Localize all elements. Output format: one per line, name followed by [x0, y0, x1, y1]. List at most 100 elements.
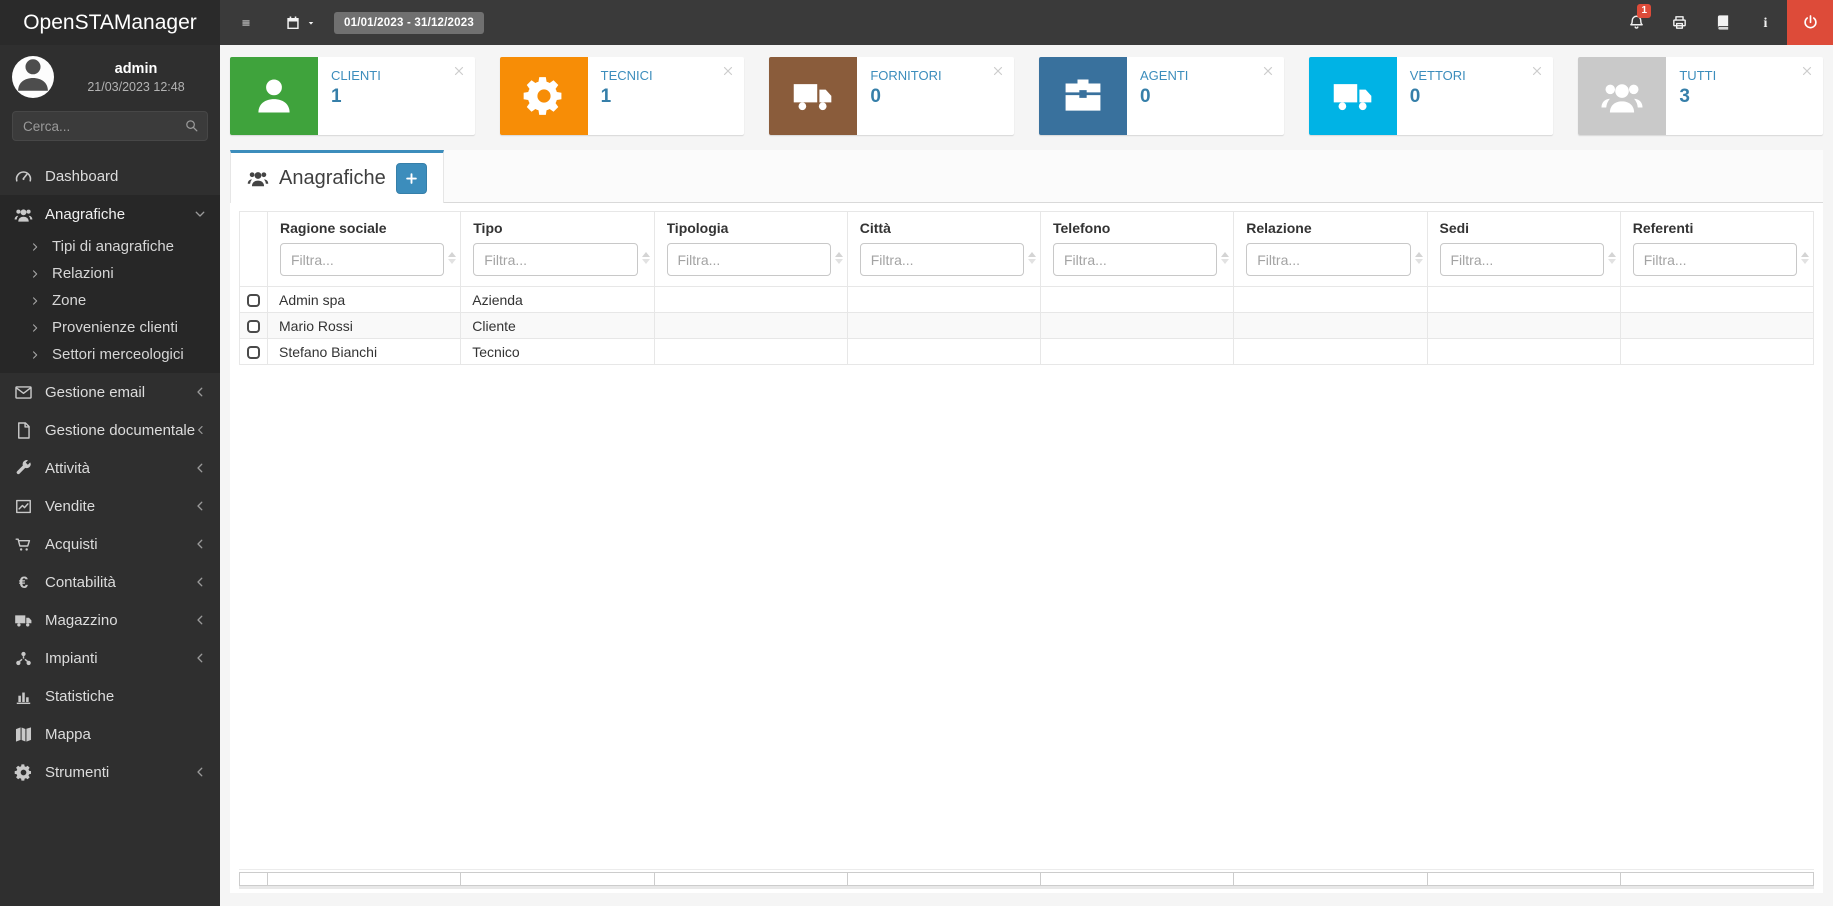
infobox-label[interactable]: TECNICI — [601, 68, 653, 83]
filter-input-telefono[interactable] — [1053, 243, 1218, 276]
sort-carets[interactable] — [1607, 252, 1616, 264]
filter-input-ragione-sociale[interactable] — [280, 243, 445, 276]
table-row[interactable]: Admin spa Azienda — [239, 286, 1815, 313]
infobox-label[interactable]: TUTTI — [1679, 68, 1716, 83]
sort-carets[interactable] — [1028, 252, 1036, 264]
infobox-clienti: CLIENTI 1 — [230, 57, 475, 135]
row-checkbox[interactable] — [247, 346, 260, 360]
filter-input-tipo[interactable] — [473, 243, 638, 276]
sidebar-item-magazzino[interactable]: Magazzino — [0, 601, 220, 639]
sidebar-subitem-label: Zone — [52, 292, 87, 309]
notifications-button[interactable]: 1 — [1615, 0, 1658, 45]
sidebar-toggle-button[interactable] — [237, 14, 255, 32]
sidebar-item-attivita[interactable]: Attività — [0, 449, 220, 487]
add-record-button[interactable] — [395, 162, 427, 194]
close-icon[interactable] — [1261, 64, 1275, 78]
sort-carets[interactable] — [834, 252, 843, 264]
filter-input-citta[interactable] — [859, 243, 1024, 276]
sort-carets[interactable] — [641, 252, 650, 264]
column-title: Referenti — [1632, 220, 1694, 236]
sidebar-item-label: Attività — [45, 459, 91, 477]
document-icon — [14, 421, 33, 440]
chevron-left-icon — [194, 462, 206, 474]
infobox-label[interactable]: AGENTI — [1140, 68, 1188, 83]
sidebar-item-label: Statistiche — [45, 687, 115, 705]
sort-carets[interactable] — [1801, 252, 1809, 264]
app-logo: OpenSTAManager — [0, 0, 220, 45]
sidebar-item-mappa[interactable]: Mappa — [0, 715, 220, 753]
sidebar-subitem-provenienze-clienti[interactable]: Provenienze clienti — [0, 314, 220, 341]
sort-carets[interactable] — [1221, 252, 1230, 264]
sidebar-item-statistiche[interactable]: Statistiche — [0, 677, 220, 715]
chevron-right-icon — [30, 242, 40, 252]
network-icon — [14, 649, 33, 668]
table-empty-space — [239, 365, 1814, 869]
cell-telefono — [1039, 312, 1235, 339]
sidebar-item-anagrafiche[interactable]: Anagrafiche — [0, 195, 220, 233]
sort-carets[interactable] — [448, 252, 457, 264]
dashboard-icon — [14, 167, 33, 186]
sidebar-item-strumenti[interactable]: Strumenti — [0, 753, 220, 791]
logout-button[interactable] — [1787, 0, 1833, 45]
sidebar-item-gestione-email[interactable]: Gestione email — [0, 373, 220, 411]
table-footer-row — [239, 872, 1815, 886]
period-selector-button[interactable] — [281, 15, 320, 31]
close-icon[interactable] — [452, 64, 466, 78]
sort-carets[interactable] — [1414, 252, 1423, 264]
cell-citta — [846, 286, 1042, 313]
sidebar-item-contabilita[interactable]: € Contabilità — [0, 563, 220, 601]
print-button[interactable] — [1658, 0, 1701, 45]
infobox-label[interactable]: FORNITORI — [870, 68, 941, 83]
infobox-value: 3 — [1679, 86, 1690, 107]
sidebar-subitem-relazioni[interactable]: Relazioni — [0, 260, 220, 287]
envelope-icon — [14, 383, 33, 402]
cell-citta — [846, 338, 1042, 365]
table-row[interactable]: Stefano Bianchi Tecnico — [239, 338, 1815, 365]
cell-telefono — [1039, 286, 1235, 313]
filter-input-sedi[interactable] — [1439, 243, 1604, 276]
date-range-badge[interactable]: 01/01/2023 - 31/12/2023 — [334, 11, 484, 34]
user-name: admin — [114, 60, 158, 77]
sidebar-item-acquisti[interactable]: Acquisti — [0, 525, 220, 563]
infobox-label[interactable]: VETTORI — [1410, 68, 1466, 83]
sidebar-subitem-zone[interactable]: Zone — [0, 287, 220, 314]
column-header-sedi: Sedi — [1426, 211, 1621, 287]
table-footer — [239, 869, 1815, 889]
row-checkbox[interactable] — [247, 320, 260, 334]
close-icon[interactable] — [1530, 64, 1544, 78]
login-datetime: 21/03/2023 12:48 — [87, 79, 185, 94]
sidebar-subitem-settori-merceologici[interactable]: Settori merceologici — [0, 341, 220, 368]
sidebar-item-vendite[interactable]: Vendite — [0, 487, 220, 525]
chart-line-icon — [14, 497, 33, 516]
close-icon[interactable] — [991, 64, 1005, 78]
records-table: Ragione sociale Tipo Tipologia Città Tel… — [239, 211, 1815, 365]
manual-button[interactable] — [1701, 0, 1744, 45]
cell-referenti — [1619, 312, 1815, 339]
sidebar-subitem-tipi-di-anagrafiche[interactable]: Tipi di anagrafiche — [0, 233, 220, 260]
filter-input-tipologia[interactable] — [666, 243, 831, 276]
filter-input-referenti[interactable] — [1632, 243, 1797, 276]
sidebar-item-label: Contabilità — [45, 573, 116, 591]
filter-input-relazione[interactable] — [1246, 243, 1411, 276]
sidebar-item-dashboard[interactable]: Dashboard — [0, 157, 220, 195]
tab-anagrafiche[interactable]: Anagrafiche — [230, 150, 444, 203]
users-icon — [247, 167, 269, 189]
table-row[interactable]: Mario Rossi Cliente — [239, 312, 1815, 339]
infobox-label[interactable]: CLIENTI — [331, 68, 381, 83]
footer-cell — [239, 872, 268, 886]
close-icon[interactable] — [1800, 64, 1814, 78]
cell-referenti — [1619, 286, 1815, 313]
sidebar-menu: Dashboard Anagrafiche Tipi di anagrafich… — [0, 157, 220, 906]
sidebar-item-label: Acquisti — [45, 535, 98, 553]
info-button[interactable]: i — [1744, 0, 1787, 45]
svg-text:i: i — [1764, 15, 1768, 31]
sidebar-item-impianti[interactable]: Impianti — [0, 639, 220, 677]
sidebar-item-gestione-documentale[interactable]: Gestione documentale — [0, 411, 220, 449]
footer-cell — [460, 872, 655, 886]
column-header-tipo: Tipo — [460, 211, 655, 287]
infobox-vettori: VETTORI 0 — [1308, 57, 1554, 135]
search-input[interactable] — [12, 111, 208, 141]
close-icon[interactable] — [721, 64, 735, 78]
cart-icon — [14, 535, 33, 554]
row-checkbox[interactable] — [247, 294, 260, 308]
